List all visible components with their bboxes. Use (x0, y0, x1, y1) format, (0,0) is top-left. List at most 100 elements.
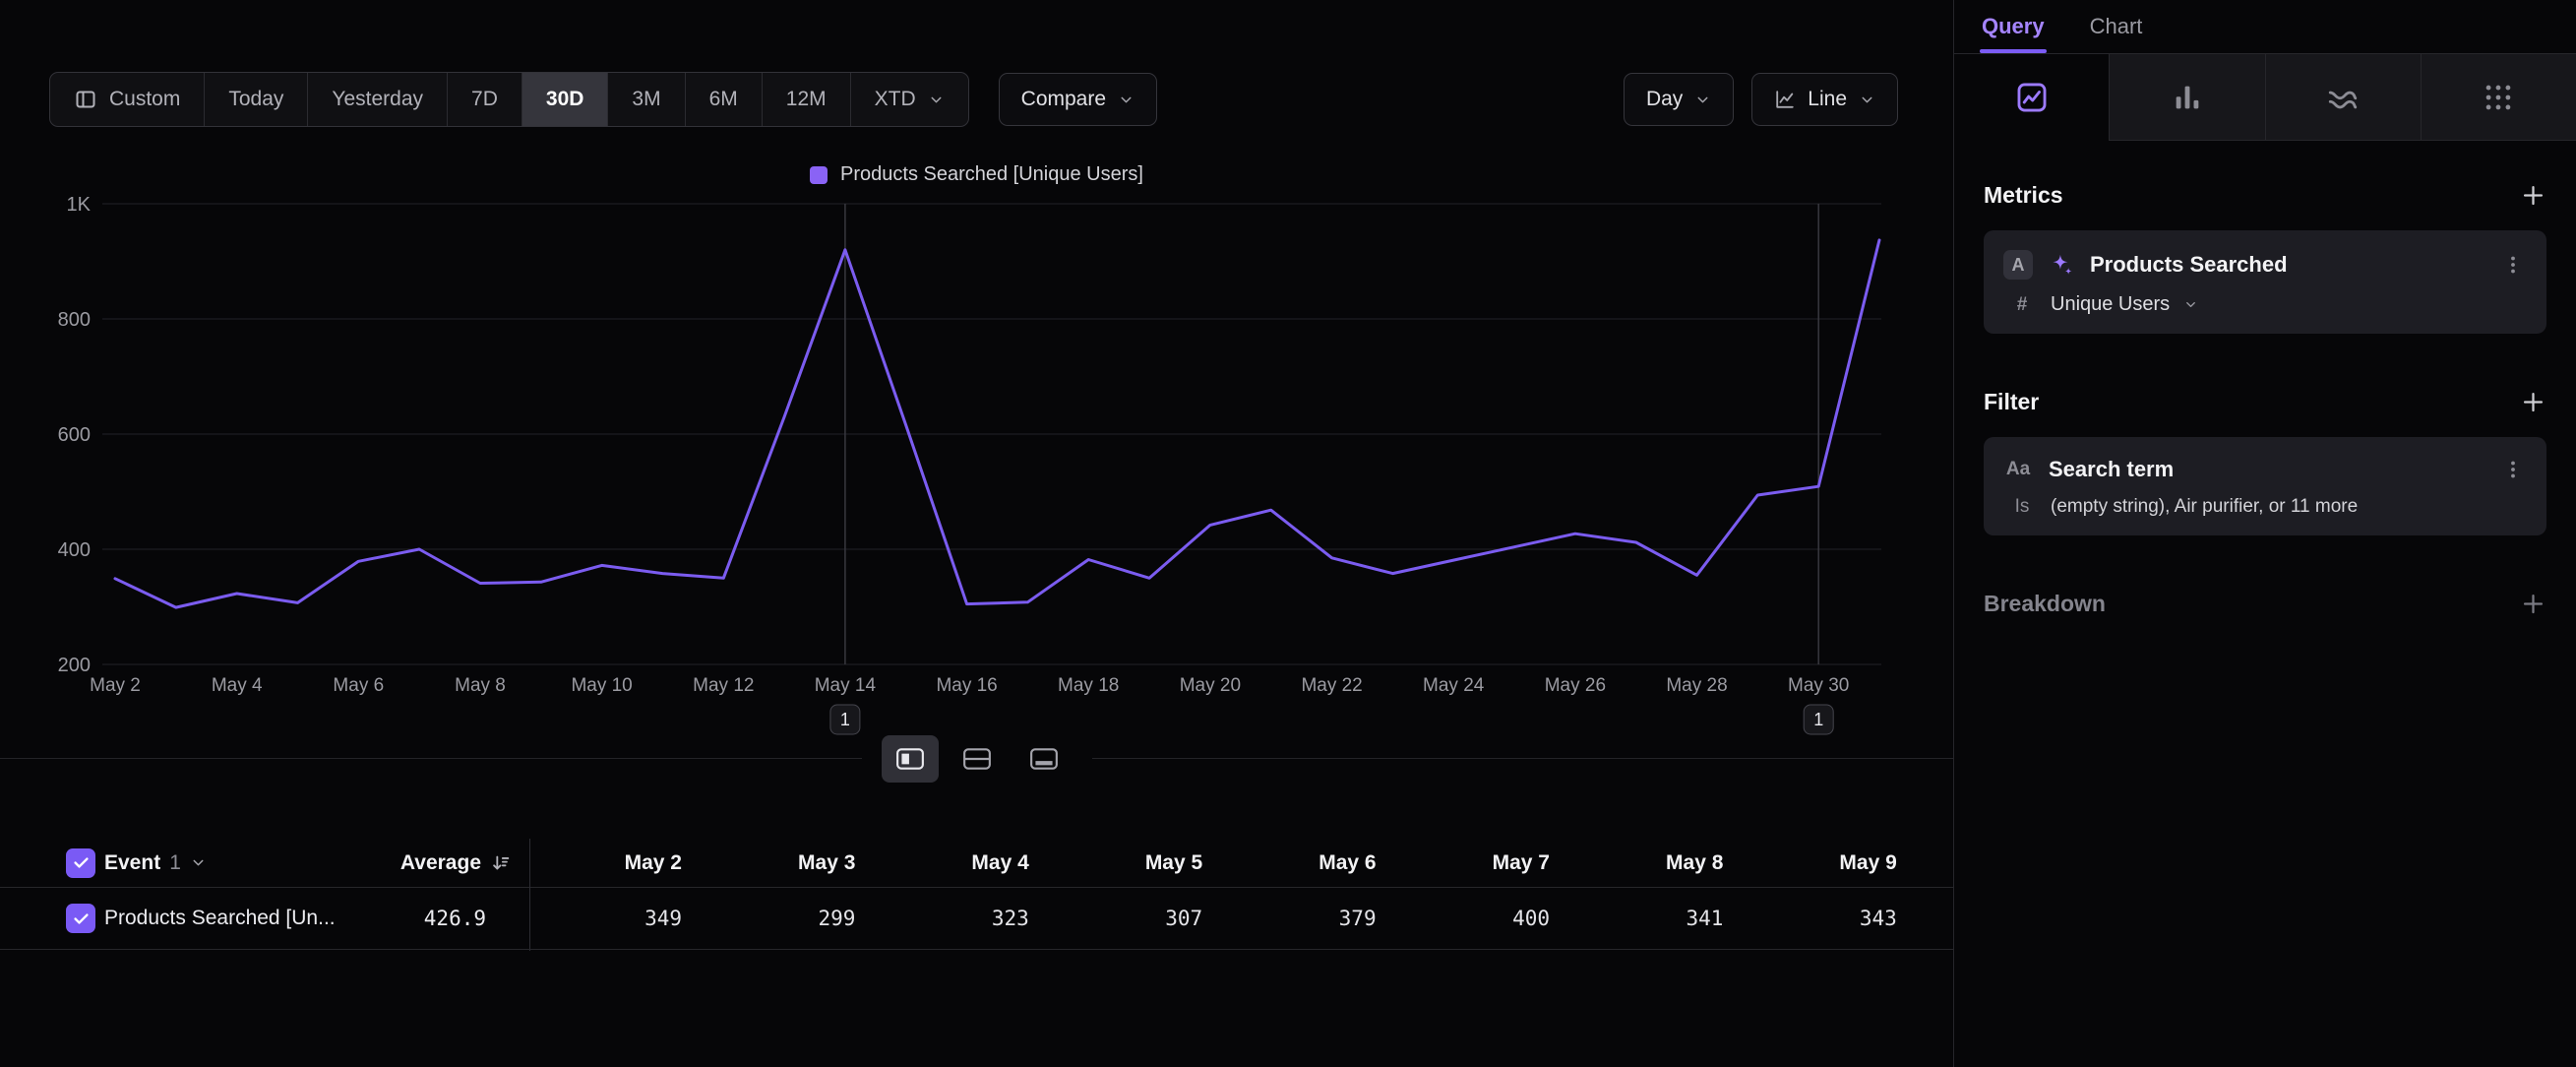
row-checkbox[interactable] (66, 904, 95, 933)
add-filter-button[interactable] (2520, 389, 2546, 415)
x-axis-tick: May 30 (1788, 675, 1849, 696)
chevron-down-icon (1859, 92, 1875, 108)
chevron-down-icon (1694, 92, 1711, 108)
metric-name[interactable]: Products Searched (2090, 252, 2484, 278)
layout-side-by-side-icon (895, 746, 925, 772)
filter-menu-button[interactable] (2499, 458, 2527, 481)
chart-style-chevron-icon (1859, 92, 1875, 108)
range-custom[interactable]: Custom (50, 73, 205, 126)
chevron-down-icon (2183, 297, 2198, 312)
range-label: 12M (786, 88, 827, 111)
breakdown-title: Breakdown (1984, 591, 2106, 617)
cell-value: 341 (1546, 907, 1723, 930)
x-axis-tick: May 22 (1301, 675, 1362, 696)
sparkle-icon (2049, 252, 2074, 278)
range-3m[interactable]: 3M (608, 73, 685, 126)
range-xtd[interactable]: XTD (851, 73, 968, 126)
table-header-row: Event 1 Average May 2May 3May 4May 5May … (0, 839, 1953, 888)
column-header-may-5[interactable]: May 5 (1025, 851, 1202, 875)
chart-style-label: Line (1808, 88, 1847, 111)
filter-operator[interactable]: Is (2007, 496, 2037, 518)
tab-chart[interactable]: Chart (2090, 0, 2143, 53)
cell-value: 323 (852, 907, 1029, 930)
check-icon (72, 853, 91, 872)
filter-property-name[interactable]: Search term (2049, 457, 2484, 482)
table-row: Products Searched [Un... 426.9 349299323… (0, 888, 1953, 950)
add-breakdown-button[interactable] (2520, 591, 2546, 617)
range-6m[interactable]: 6M (686, 73, 763, 126)
svg-text:1: 1 (840, 710, 850, 729)
chart-type-tab-flows[interactable] (2265, 54, 2421, 141)
breakdown-section-header: Breakdown (1984, 591, 2546, 617)
range-label: XTD (875, 88, 916, 111)
chart-type-tab-bar-chart[interactable] (2109, 54, 2264, 141)
filter-card[interactable]: Aa Search term Is (empty string), Air pu… (1984, 437, 2546, 535)
x-axis-tick: May 26 (1545, 675, 1606, 696)
event-count: 1 (169, 851, 181, 875)
tab-query-label: Query (1982, 14, 2045, 39)
cell-value: 307 (1025, 907, 1202, 930)
compare-button[interactable]: Compare (999, 73, 1157, 126)
row-average: 426.9 (295, 907, 486, 930)
range-30d[interactable]: 30D (522, 73, 609, 126)
tab-query[interactable]: Query (1982, 0, 2045, 53)
metric-card-main-row: A Products Searched (1984, 242, 2546, 287)
x-axis-tick: May 2 (90, 675, 141, 696)
chart-type-tab-grid-dots[interactable] (2421, 54, 2576, 141)
range-today[interactable]: Today (205, 73, 308, 126)
filter-section-header: Filter (1984, 389, 2546, 415)
layout-toggle-stacked[interactable] (949, 735, 1006, 783)
range-label: 30D (546, 88, 584, 111)
column-header-may-2[interactable]: May 2 (505, 851, 682, 875)
x-axis-tick: May 14 (815, 675, 877, 696)
cell-value: 349 (505, 907, 682, 930)
chart-style-button[interactable]: Line (1751, 73, 1898, 126)
y-axis-tick: 800 (58, 309, 91, 331)
granularity-button[interactable]: Day (1624, 73, 1734, 126)
insights-line-icon (2015, 81, 2049, 114)
chart-type-tab-insights-line[interactable] (1954, 54, 2109, 141)
layout-toggle-bottom-panel[interactable] (1015, 735, 1073, 783)
event-label: Event (104, 851, 160, 875)
compare-chevron-icon (1118, 92, 1135, 108)
annotation-badge[interactable]: 1 (830, 705, 860, 734)
flows-icon (2326, 81, 2360, 114)
kebab-menu-icon (2501, 253, 2525, 277)
column-header-may-6[interactable]: May 6 (1199, 851, 1377, 875)
column-header-may-8[interactable]: May 8 (1546, 851, 1723, 875)
layout-stacked-icon (962, 746, 992, 772)
y-axis-tick: 1K (67, 194, 92, 216)
measure-selector[interactable]: Unique Users (2051, 293, 2170, 316)
granularity-label: Day (1646, 88, 1683, 111)
filter-card-main-row: Aa Search term (1984, 449, 2546, 490)
x-axis-tick: May 6 (333, 675, 384, 696)
column-header-may-9[interactable]: May 9 (1720, 851, 1897, 875)
series-line[interactable] (115, 240, 1879, 607)
chevron-down-icon (190, 854, 207, 871)
y-axis-tick: 400 (58, 539, 91, 561)
layout-toggle-side-by-side[interactable] (882, 735, 939, 783)
custom-range-icon (74, 88, 97, 111)
measure-chevron-icon (2183, 297, 2198, 312)
select-all-checkbox[interactable] (66, 848, 95, 878)
metric-card[interactable]: A Products Searched # Unique Users (1984, 230, 2546, 334)
event-header[interactable]: Event 1 (104, 839, 207, 887)
chart-type-strip (1954, 54, 2576, 141)
column-header-may-7[interactable]: May 7 (1373, 851, 1550, 875)
line-chart-icon (1774, 89, 1796, 110)
annotation-badge[interactable]: 1 (1804, 705, 1833, 734)
metric-menu-button[interactable] (2499, 253, 2527, 277)
add-metric-button[interactable] (2520, 182, 2546, 209)
cell-value: 400 (1373, 907, 1550, 930)
range-7d[interactable]: 7D (448, 73, 522, 126)
check-icon (72, 910, 91, 928)
x-axis-tick: May 24 (1423, 675, 1485, 696)
filter-value[interactable]: (empty string), Air purifier, or 11 more (2051, 496, 2358, 518)
range-yesterday[interactable]: Yesterday (308, 73, 448, 126)
column-header-may-3[interactable]: May 3 (678, 851, 855, 875)
average-header[interactable]: Average (295, 839, 512, 887)
grid-dots-icon (2482, 81, 2515, 114)
range-12m[interactable]: 12M (763, 73, 851, 126)
column-header-may-4[interactable]: May 4 (852, 851, 1029, 875)
app-root: CustomTodayYesterday7D 30D 3M6M 12M XTD Comp… (0, 0, 2576, 1067)
